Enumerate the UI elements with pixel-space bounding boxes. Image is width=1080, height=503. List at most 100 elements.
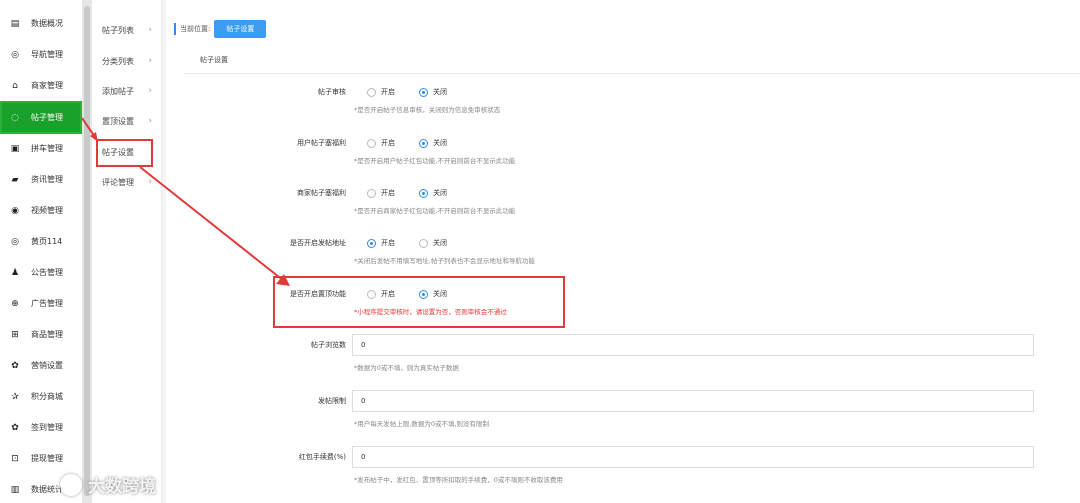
car-icon: ▣: [10, 143, 20, 154]
breadcrumb: 当前位置: 帖子设置: [174, 20, 267, 38]
radio-label: 开启: [381, 88, 395, 96]
sidebar-item-data-overview[interactable]: ▤ 数据概况: [0, 8, 82, 39]
sidebar-scrollbar-thumb[interactable]: [84, 6, 90, 496]
sidebar-item-announcements[interactable]: ♟ 公告管理: [0, 257, 82, 288]
radio-circle: [367, 138, 376, 148]
setting-label-pin-feature: 是否开启置顶功能: [290, 290, 346, 298]
radio-off[interactable]: 关闭: [419, 87, 447, 97]
dashboard-icon: ▤: [10, 18, 20, 29]
radio-on[interactable]: 开启: [367, 87, 395, 97]
sidebar-item-label: 广告管理: [31, 299, 63, 308]
sidebar: ▤ 数据概况 ◎ 导航管理 ⌂ 商家管理 ◌ 帖子管理 ▣ 拼车管理 ▰ 资讯管理 ◉ 视频管…: [0, 0, 82, 503]
radio-off[interactable]: 关闭: [419, 188, 447, 198]
radio-group-post-review: 开启 关闭: [367, 87, 471, 97]
radio-group-merchant-red-packet: 开启 关闭: [367, 188, 471, 198]
radio-on[interactable]: 开启: [367, 138, 395, 148]
gift-icon: ✿: [11, 360, 19, 371]
setting-hint: *是否开启商家帖子红包功能,不开启则前台不显示此功能: [354, 207, 516, 215]
radio-off[interactable]: 关闭: [419, 238, 447, 248]
sidebar-item-video[interactable]: ◉ 视频管理: [0, 195, 82, 226]
sidebar-item-label: 视频管理: [31, 206, 63, 215]
setting-label-merchant-red-packet: 商家帖子塞福利: [297, 189, 346, 197]
sidebar-item-yellow-pages[interactable]: ◎ 黄页114: [0, 226, 82, 257]
submenu-item-post-settings[interactable]: 帖子设置: [92, 137, 162, 167]
radio-on[interactable]: 开启: [367, 188, 395, 198]
post-limit-input[interactable]: 0: [352, 390, 1034, 412]
bell-icon: ♟: [10, 267, 20, 278]
submenu-item-label: 添加帖子: [102, 86, 134, 96]
breadcrumb-current[interactable]: 帖子设置: [214, 20, 267, 38]
sidebar-item-news[interactable]: ▰ 资讯管理: [0, 164, 82, 195]
radio-circle-selected: [419, 188, 428, 198]
sidebar-item-navigation[interactable]: ◎ 导航管理: [0, 39, 82, 70]
radio-label: 关闭: [433, 88, 447, 96]
radio-on[interactable]: 开启: [367, 289, 395, 299]
watermark: 大数跨境: [60, 472, 156, 497]
chevron-right-icon: ›: [148, 25, 152, 35]
submenu-item-comments[interactable]: 评论管理 ›: [92, 167, 162, 197]
radio-group-post-address: 开启 关闭: [367, 238, 471, 248]
radio-circle-selected: [367, 238, 376, 248]
red-packet-fee-input[interactable]: 0: [352, 446, 1034, 468]
submenu-item-add-post[interactable]: 添加帖子 ›: [92, 76, 162, 106]
chevron-right-icon: ›: [148, 86, 152, 96]
sidebar-item-label: 商品管理: [31, 330, 63, 339]
radio-circle-selected: [419, 289, 428, 299]
comment-icon: ◌: [11, 112, 19, 123]
sidebar-item-marketing[interactable]: ✿ 营销设置: [0, 350, 82, 381]
input-label-red-packet-fee: 红包手续费(%): [298, 453, 346, 461]
play-icon: ◉: [11, 205, 19, 216]
radio-on[interactable]: 开启: [367, 238, 395, 248]
radio-off[interactable]: 关闭: [419, 289, 447, 299]
sidebar-item-carpool[interactable]: ▣ 拼车管理: [0, 133, 82, 164]
sidebar-item-label: 黄页114: [31, 237, 63, 246]
watermark-text: 大数跨境: [88, 477, 156, 497]
input-hint: *用户每天发帖上限,数据为0或不填,则没有限制: [354, 420, 490, 428]
chart-icon: ▥: [10, 484, 20, 495]
bank-icon: ⌂: [12, 80, 18, 91]
radio-label: 开启: [381, 290, 395, 298]
setting-hint: *是否开启用户帖子红包功能,不开启则前台不显示此功能: [354, 157, 516, 165]
input-label-view-count: 帖子浏览数: [311, 341, 346, 349]
submenu-item-post-list[interactable]: 帖子列表 ›: [92, 15, 162, 45]
watermark-logo-icon: [60, 473, 82, 496]
radio-circle: [367, 87, 376, 97]
radio-label: 关闭: [433, 239, 447, 247]
sidebar-item-label: 积分商城: [31, 392, 63, 401]
view-count-input[interactable]: 0: [352, 334, 1034, 356]
radio-label: 关闭: [433, 189, 447, 197]
sidebar-item-label: 资讯管理: [31, 175, 63, 184]
setting-hint: *关闭后发帖不用填写地址,帖子列表也不会显示地址和导航功能: [354, 257, 535, 265]
chevron-right-icon: ›: [148, 116, 152, 126]
sidebar-item-ads[interactable]: ⊕ 广告管理: [0, 288, 82, 319]
setting-warning: *小程序提交审核时，请设置为否，否则审核会不通过: [354, 308, 507, 316]
submenu-item-category-list[interactable]: 分类列表 ›: [92, 46, 162, 76]
breadcrumb-accent-bar: [174, 23, 176, 35]
sidebar-item-withdrawals[interactable]: ⊡ 提现管理: [0, 443, 82, 474]
gift-icon: ✿: [11, 422, 19, 433]
sidebar-item-points-mall[interactable]: ✰ 积分商城: [0, 381, 82, 412]
sidebar-item-label: 数据统计: [31, 485, 63, 494]
input-label-post-limit: 发帖限制: [318, 397, 346, 405]
sidebar-item-checkin[interactable]: ✿ 签到管理: [0, 412, 82, 443]
sidebar-item-products[interactable]: ⊞ 商品管理: [0, 319, 82, 350]
chevron-right-icon: ›: [148, 177, 152, 187]
sidebar-item-merchants[interactable]: ⌂ 商家管理: [0, 70, 82, 101]
sidebar-item-label: 数据概况: [31, 19, 63, 28]
submenu-item-label: 帖子设置: [102, 147, 134, 157]
radio-circle-selected: [419, 138, 428, 148]
cash-icon: ⊡: [11, 453, 19, 464]
sidebar-item-label: 拼车管理: [31, 144, 63, 153]
sidebar-item-label: 签到管理: [31, 423, 63, 432]
submenu-item-pin-settings[interactable]: 置顶设置 ›: [92, 106, 162, 136]
input-hint: *数据为0或不填，则为真实帖子数据: [354, 364, 459, 372]
sidebar-item-posts[interactable]: ◌ 帖子管理: [0, 102, 82, 133]
radio-circle: [367, 289, 376, 299]
radio-off[interactable]: 关闭: [419, 138, 447, 148]
sidebar-item-label: 商家管理: [31, 81, 63, 90]
sidebar-item-label: 营销设置: [31, 361, 63, 370]
book-icon: ▰: [11, 174, 19, 185]
radio-circle-selected: [419, 87, 428, 97]
breadcrumb-prefix: 当前位置:: [180, 25, 211, 33]
setting-label-post-address: 是否开启发帖地址: [290, 239, 346, 247]
